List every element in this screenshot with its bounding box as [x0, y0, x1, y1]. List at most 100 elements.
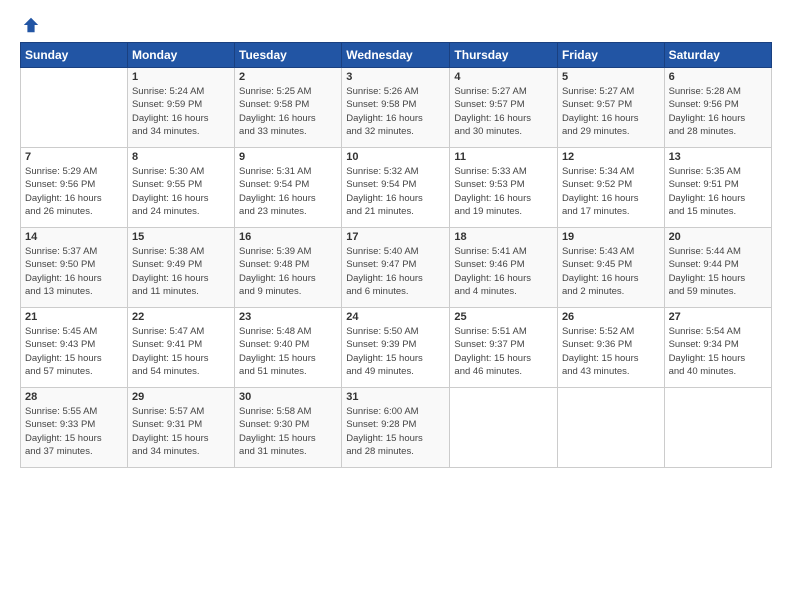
week-row-4: 21 Sunrise: 5:45 AMSunset: 9:43 PMDayligh… — [21, 308, 772, 388]
day-cell: 18 Sunrise: 5:41 AMSunset: 9:46 PMDayligh… — [450, 228, 558, 308]
day-number: 7 — [25, 151, 123, 163]
day-number: 31 — [346, 391, 445, 403]
day-info: Sunrise: 5:30 AMSunset: 9:55 PMDaylight:… — [132, 165, 230, 218]
day-cell: 30 Sunrise: 5:58 AMSunset: 9:30 PMDayligh… — [235, 388, 342, 468]
week-row-3: 14 Sunrise: 5:37 AMSunset: 9:50 PMDayligh… — [21, 228, 772, 308]
day-info: Sunrise: 5:40 AMSunset: 9:47 PMDaylight:… — [346, 245, 445, 298]
day-cell: 26Sunrise: 5:52 AMSunset: 9:36 PMDayligh… — [557, 308, 664, 388]
day-cell: 11 Sunrise: 5:33 AMSunset: 9:53 PMDayligh… — [450, 148, 558, 228]
day-cell: 29 Sunrise: 5:57 AMSunset: 9:31 PMDayligh… — [127, 388, 234, 468]
day-number: 14 — [25, 231, 123, 243]
header-row: SundayMondayTuesdayWednesdayThursdayFrid… — [21, 43, 772, 68]
day-number: 9 — [239, 151, 337, 163]
day-number: 28 — [25, 391, 123, 403]
header-cell-saturday: Saturday — [664, 43, 771, 68]
day-number: 21 — [25, 311, 123, 323]
day-number: 5 — [562, 71, 660, 83]
day-number: 25 — [454, 311, 553, 323]
day-cell: 21 Sunrise: 5:45 AMSunset: 9:43 PMDayligh… — [21, 308, 128, 388]
day-info: Sunrise: 5:39 AMSunset: 9:48 PMDaylight:… — [239, 245, 337, 298]
day-cell: 13 Sunrise: 5:35 AMSunset: 9:51 PMDayligh… — [664, 148, 771, 228]
day-number: 1 — [132, 71, 230, 83]
day-number: 16 — [239, 231, 337, 243]
day-number: 6 — [669, 71, 767, 83]
day-number: 4 — [454, 71, 553, 83]
day-cell — [21, 68, 128, 148]
day-info: Sunrise: 5:47 AMSunset: 9:41 PMDaylight:… — [132, 325, 230, 378]
week-row-5: 28 Sunrise: 5:55 AMSunset: 9:33 PMDayligh… — [21, 388, 772, 468]
day-cell: 17Sunrise: 5:40 AMSunset: 9:47 PMDayligh… — [342, 228, 450, 308]
day-info: Sunrise: 5:52 AMSunset: 9:36 PMDaylight:… — [562, 325, 660, 378]
calendar-table: SundayMondayTuesdayWednesdayThursdayFrid… — [20, 42, 772, 468]
day-cell: 6 Sunrise: 5:28 AMSunset: 9:56 PMDaylight… — [664, 68, 771, 148]
day-number: 8 — [132, 151, 230, 163]
day-cell: 14 Sunrise: 5:37 AMSunset: 9:50 PMDayligh… — [21, 228, 128, 308]
day-info: Sunrise: 5:28 AMSunset: 9:56 PMDaylight:… — [669, 85, 767, 138]
day-info: Sunrise: 5:43 AMSunset: 9:45 PMDaylight:… — [562, 245, 660, 298]
day-info: Sunrise: 5:29 AMSunset: 9:56 PMDaylight:… — [25, 165, 123, 218]
day-info: Sunrise: 5:38 AMSunset: 9:49 PMDaylight:… — [132, 245, 230, 298]
day-info: Sunrise: 5:24 AMSunset: 9:59 PMDaylight:… — [132, 85, 230, 138]
day-info: Sunrise: 5:31 AMSunset: 9:54 PMDaylight:… — [239, 165, 337, 218]
day-number: 29 — [132, 391, 230, 403]
day-number: 23 — [239, 311, 337, 323]
day-cell: 1 Sunrise: 5:24 AMSunset: 9:59 PMDaylight… — [127, 68, 234, 148]
day-info: Sunrise: 5:55 AMSunset: 9:33 PMDaylight:… — [25, 405, 123, 458]
day-info: Sunrise: 5:45 AMSunset: 9:43 PMDaylight:… — [25, 325, 123, 378]
day-info: Sunrise: 5:25 AMSunset: 9:58 PMDaylight:… — [239, 85, 337, 138]
header-cell-wednesday: Wednesday — [342, 43, 450, 68]
week-row-1: 1 Sunrise: 5:24 AMSunset: 9:59 PMDaylight… — [21, 68, 772, 148]
day-number: 18 — [454, 231, 553, 243]
day-number: 19 — [562, 231, 660, 243]
day-cell: 22Sunrise: 5:47 AMSunset: 9:41 PMDayligh… — [127, 308, 234, 388]
day-cell: 19 Sunrise: 5:43 AMSunset: 9:45 PMDayligh… — [557, 228, 664, 308]
day-info: Sunrise: 5:44 AMSunset: 9:44 PMDaylight:… — [669, 245, 767, 298]
day-info: Sunrise: 5:57 AMSunset: 9:31 PMDaylight:… — [132, 405, 230, 458]
day-info: Sunrise: 6:00 AMSunset: 9:28 PMDaylight:… — [346, 405, 445, 458]
day-cell: 15 Sunrise: 5:38 AMSunset: 9:49 PMDayligh… — [127, 228, 234, 308]
day-number: 11 — [454, 151, 553, 163]
day-info: Sunrise: 5:50 AMSunset: 9:39 PMDaylight:… — [346, 325, 445, 378]
header-cell-thursday: Thursday — [450, 43, 558, 68]
day-info: Sunrise: 5:35 AMSunset: 9:51 PMDaylight:… — [669, 165, 767, 218]
day-number: 13 — [669, 151, 767, 163]
page: SundayMondayTuesdayWednesdayThursdayFrid… — [0, 0, 792, 478]
day-cell: 12 Sunrise: 5:34 AMSunset: 9:52 PMDayligh… — [557, 148, 664, 228]
day-cell: 7 Sunrise: 5:29 AMSunset: 9:56 PMDaylight… — [21, 148, 128, 228]
day-number: 15 — [132, 231, 230, 243]
day-info: Sunrise: 5:48 AMSunset: 9:40 PMDaylight:… — [239, 325, 337, 378]
day-number: 24 — [346, 311, 445, 323]
day-cell: 10Sunrise: 5:32 AMSunset: 9:54 PMDayligh… — [342, 148, 450, 228]
header-cell-monday: Monday — [127, 43, 234, 68]
day-number: 20 — [669, 231, 767, 243]
day-info: Sunrise: 5:41 AMSunset: 9:46 PMDaylight:… — [454, 245, 553, 298]
day-number: 12 — [562, 151, 660, 163]
day-cell: 8 Sunrise: 5:30 AMSunset: 9:55 PMDaylight… — [127, 148, 234, 228]
logo-icon — [22, 16, 40, 34]
day-cell: 2 Sunrise: 5:25 AMSunset: 9:58 PMDaylight… — [235, 68, 342, 148]
day-cell: 4 Sunrise: 5:27 AMSunset: 9:57 PMDaylight… — [450, 68, 558, 148]
header-cell-sunday: Sunday — [21, 43, 128, 68]
day-info: Sunrise: 5:51 AMSunset: 9:37 PMDaylight:… — [454, 325, 553, 378]
header-cell-tuesday: Tuesday — [235, 43, 342, 68]
calendar-header: SundayMondayTuesdayWednesdayThursdayFrid… — [21, 43, 772, 68]
day-cell: 27Sunrise: 5:54 AMSunset: 9:34 PMDayligh… — [664, 308, 771, 388]
day-cell: 31 Sunrise: 6:00 AMSunset: 9:28 PMDayligh… — [342, 388, 450, 468]
header-area — [20, 16, 772, 34]
day-cell: 24 Sunrise: 5:50 AMSunset: 9:39 PMDayligh… — [342, 308, 450, 388]
day-cell — [664, 388, 771, 468]
day-cell: 16 Sunrise: 5:39 AMSunset: 9:48 PMDayligh… — [235, 228, 342, 308]
day-info: Sunrise: 5:26 AMSunset: 9:58 PMDaylight:… — [346, 85, 445, 138]
day-info: Sunrise: 5:58 AMSunset: 9:30 PMDaylight:… — [239, 405, 337, 458]
day-info: Sunrise: 5:33 AMSunset: 9:53 PMDaylight:… — [454, 165, 553, 218]
day-info: Sunrise: 5:37 AMSunset: 9:50 PMDaylight:… — [25, 245, 123, 298]
day-info: Sunrise: 5:27 AMSunset: 9:57 PMDaylight:… — [562, 85, 660, 138]
day-number: 30 — [239, 391, 337, 403]
day-cell: 25 Sunrise: 5:51 AMSunset: 9:37 PMDayligh… — [450, 308, 558, 388]
day-number: 2 — [239, 71, 337, 83]
day-info: Sunrise: 5:34 AMSunset: 9:52 PMDaylight:… — [562, 165, 660, 218]
day-info: Sunrise: 5:27 AMSunset: 9:57 PMDaylight:… — [454, 85, 553, 138]
week-row-2: 7 Sunrise: 5:29 AMSunset: 9:56 PMDaylight… — [21, 148, 772, 228]
day-number: 27 — [669, 311, 767, 323]
day-cell: 5 Sunrise: 5:27 AMSunset: 9:57 PMDaylight… — [557, 68, 664, 148]
